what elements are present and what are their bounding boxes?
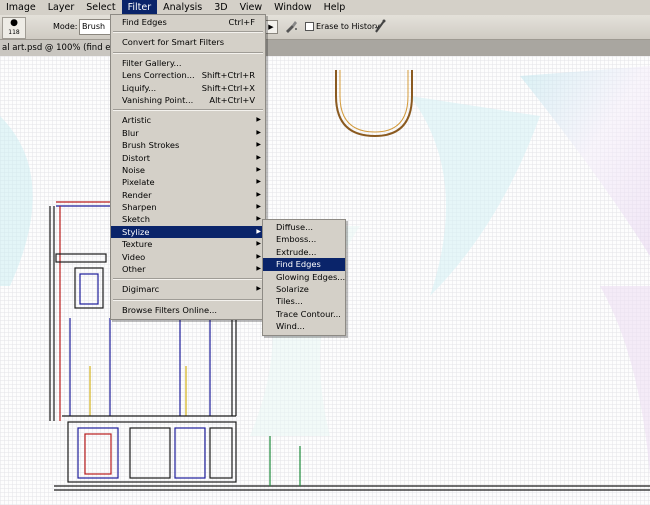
menu-item-tiles[interactable]: Tiles... bbox=[263, 295, 345, 307]
distort-label: Distort bbox=[122, 152, 151, 163]
submenu-arrow-icon: ▶ bbox=[256, 165, 261, 173]
sharpen-label: Sharpen bbox=[122, 202, 157, 213]
submenu-arrow-icon: ▶ bbox=[256, 215, 261, 223]
menu-separator bbox=[113, 51, 263, 54]
filter-gallery-label: Filter Gallery... bbox=[122, 57, 182, 68]
submenu-arrow-icon: ▶ bbox=[256, 128, 261, 136]
menu-item-video[interactable]: Video ▶ bbox=[111, 251, 265, 263]
menu-item-glowing-edges[interactable]: Glowing Edges... bbox=[263, 271, 345, 283]
menu-3d[interactable]: 3D bbox=[208, 0, 233, 15]
submenu-arrow-icon: ▶ bbox=[256, 190, 261, 198]
menu-item-last-filter[interactable]: Find Edges Ctrl+F bbox=[111, 16, 265, 28]
sketch-label: Sketch bbox=[122, 214, 150, 225]
menu-item-extrude[interactable]: Extrude... bbox=[263, 246, 345, 258]
menu-analysis[interactable]: Analysis bbox=[157, 0, 208, 15]
last-filter-label: Find Edges bbox=[122, 17, 167, 27]
render-label: Render bbox=[122, 189, 152, 200]
menu-item-lens-correction[interactable]: Lens Correction... Shift+Ctrl+R bbox=[111, 69, 265, 81]
options-bar: ● 118 Mode: Brush ▶ Erase to History bbox=[0, 15, 650, 40]
menu-item-diffuse[interactable]: Diffuse... bbox=[263, 221, 345, 233]
menu-item-artistic[interactable]: Artistic ▶ bbox=[111, 114, 265, 126]
submenu-arrow-icon: ▶ bbox=[256, 141, 261, 149]
menu-item-find-edges[interactable]: Find Edges bbox=[263, 258, 345, 271]
menu-separator bbox=[113, 109, 263, 112]
menu-item-wind[interactable]: Wind... bbox=[263, 320, 345, 332]
menu-item-sharpen[interactable]: Sharpen ▶ bbox=[111, 201, 265, 213]
lens-correction-label: Lens Correction... bbox=[122, 70, 195, 81]
menu-item-blur[interactable]: Blur ▶ bbox=[111, 127, 265, 139]
mode-select[interactable]: Brush bbox=[79, 19, 111, 35]
menu-help[interactable]: Help bbox=[318, 0, 352, 15]
menu-item-sketch[interactable]: Sketch ▶ bbox=[111, 213, 265, 225]
menu-item-distort[interactable]: Distort ▶ bbox=[111, 152, 265, 164]
menu-filter[interactable]: Filter bbox=[121, 0, 158, 15]
pixelate-label: Pixelate bbox=[122, 177, 155, 188]
airbrush-icon[interactable] bbox=[283, 18, 299, 34]
liquify-label: Liquify... bbox=[122, 82, 157, 93]
lens-correction-shortcut: Shift+Ctrl+R bbox=[201, 70, 255, 81]
menu-window[interactable]: Window bbox=[268, 0, 317, 15]
other-label: Other bbox=[122, 264, 146, 275]
erase-to-history-label: Erase to History bbox=[316, 22, 380, 31]
brush-preset-picker[interactable]: ● 118 bbox=[2, 17, 26, 39]
noise-label: Noise bbox=[122, 164, 146, 175]
menu-item-vanishing-point[interactable]: Vanishing Point... Alt+Ctrl+V bbox=[111, 94, 265, 106]
submenu-arrow-icon: ▶ bbox=[256, 116, 261, 124]
menu-image[interactable]: Image bbox=[0, 0, 42, 15]
liquify-shortcut: Shift+Ctrl+X bbox=[201, 82, 255, 93]
menu-item-pixelate[interactable]: Pixelate ▶ bbox=[111, 176, 265, 188]
document-tab[interactable]: al art.psd @ 100% (find ed bbox=[0, 40, 114, 56]
submenu-arrow-icon: ▶ bbox=[256, 240, 261, 248]
menu-item-trace-contour[interactable]: Trace Contour... bbox=[263, 308, 345, 320]
digimarc-label: Digimarc bbox=[122, 284, 160, 295]
menu-item-solarize[interactable]: Solarize bbox=[263, 283, 345, 295]
menu-item-noise[interactable]: Noise ▶ bbox=[111, 164, 265, 176]
submenu-arrow-icon: ▶ bbox=[256, 265, 261, 273]
vanishing-point-shortcut: Alt+Ctrl+V bbox=[209, 94, 255, 105]
brush-size-value: 118 bbox=[8, 29, 20, 36]
menu-item-stylize[interactable]: Stylize ▶ bbox=[111, 225, 265, 239]
submenu-arrow-icon: ▶ bbox=[256, 285, 261, 293]
blur-label: Blur bbox=[122, 127, 139, 138]
menu-item-filter-gallery[interactable]: Filter Gallery... bbox=[111, 57, 265, 69]
texture-label: Texture bbox=[122, 239, 153, 250]
menu-layer[interactable]: Layer bbox=[42, 0, 81, 15]
menu-item-render[interactable]: Render ▶ bbox=[111, 189, 265, 201]
submenu-arrow-icon: ▶ bbox=[256, 178, 261, 186]
submenu-arrow-icon: ▶ bbox=[256, 153, 261, 161]
menu-bar: Image Layer Select Filter Analysis 3D Vi… bbox=[0, 0, 650, 16]
opacity-dropdown-arrow-icon[interactable]: ▶ bbox=[264, 20, 278, 34]
submenu-arrow-icon: ▶ bbox=[256, 203, 261, 211]
submenu-arrow-icon: ▶ bbox=[256, 252, 261, 260]
submenu-arrow-icon: ▶ bbox=[256, 227, 261, 235]
menu-item-texture[interactable]: Texture ▶ bbox=[111, 238, 265, 250]
menu-select[interactable]: Select bbox=[80, 0, 121, 15]
filter-menu: Find Edges Ctrl+F Convert for Smart Filt… bbox=[110, 14, 266, 321]
menu-item-emboss[interactable]: Emboss... bbox=[263, 233, 345, 245]
menu-separator bbox=[113, 298, 263, 301]
artistic-label: Artistic bbox=[122, 115, 152, 126]
menu-item-convert-smart-filters[interactable]: Convert for Smart Filters bbox=[111, 36, 265, 48]
menu-item-brush-strokes[interactable]: Brush Strokes ▶ bbox=[111, 139, 265, 151]
last-filter-shortcut: Ctrl+F bbox=[228, 17, 256, 27]
tablet-pressure-icon[interactable] bbox=[372, 18, 388, 34]
menu-separator bbox=[113, 31, 263, 34]
brush-strokes-label: Brush Strokes bbox=[122, 140, 180, 151]
menu-item-browse-filters-online[interactable]: Browse Filters Online... bbox=[111, 304, 265, 316]
menu-item-digimarc[interactable]: Digimarc ▶ bbox=[111, 283, 265, 295]
brush-tip-icon: ● bbox=[10, 18, 18, 28]
document-tab-strip: al art.psd @ 100% (find ed bbox=[0, 40, 650, 56]
stylize-label: Stylize bbox=[122, 226, 150, 237]
vanishing-point-label: Vanishing Point... bbox=[122, 94, 194, 105]
menu-item-other[interactable]: Other ▶ bbox=[111, 263, 265, 275]
menu-separator bbox=[113, 278, 263, 281]
video-label: Video bbox=[122, 251, 146, 262]
erase-to-history-checkbox[interactable] bbox=[305, 22, 314, 31]
menu-item-liquify[interactable]: Liquify... Shift+Ctrl+X bbox=[111, 82, 265, 94]
stylize-submenu: Diffuse... Emboss... Extrude... Find Edg… bbox=[262, 219, 346, 336]
mode-label: Mode: bbox=[53, 22, 78, 31]
menu-view[interactable]: View bbox=[234, 0, 269, 15]
